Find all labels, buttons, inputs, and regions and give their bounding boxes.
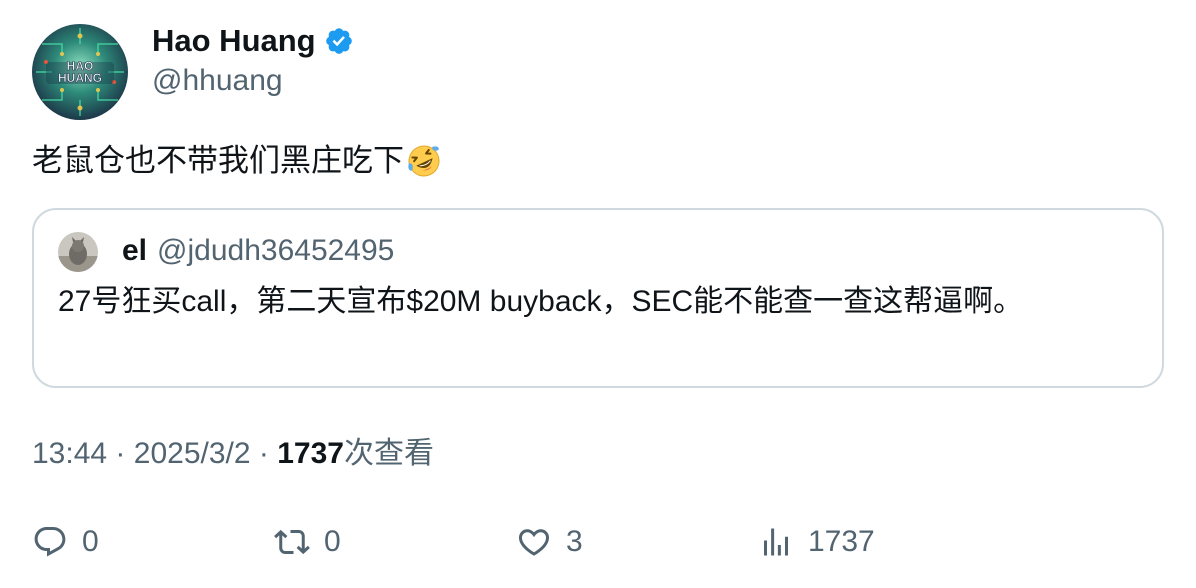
meta-views-count: 1737 (277, 437, 344, 470)
quoted-tweet-text: 27号狂买call，第二天宣布$20M buyback，SEC能不能查一查这帮逼… (58, 285, 1024, 318)
analytics-icon (764, 528, 788, 556)
heart-icon (518, 529, 550, 556)
tweet-text: 老鼠仓也不带我们黑庄吃下 (32, 140, 442, 182)
meta-separator: · (115, 437, 126, 470)
author-name-row[interactable]: Hao Huang (152, 22, 354, 60)
quoted-author-name[interactable]: el (122, 232, 147, 270)
tweet-meta: 13:44 · 2025/3/2 · 1737次查看 (32, 435, 434, 473)
quoted-avatar-image (58, 232, 98, 272)
views-count: 1737 (808, 525, 875, 558)
quoted-author-avatar[interactable] (58, 232, 98, 272)
avatar-text-bottom: HUANG (58, 71, 102, 85)
tweet-time[interactable]: 13:44 (32, 437, 107, 470)
like-count: 3 (566, 525, 583, 558)
meta-separator: · (258, 437, 269, 470)
retweet-button[interactable]: 0 (274, 520, 341, 564)
reply-icon (34, 527, 66, 557)
rolling-on-the-floor-laughing-emoji-icon (406, 143, 442, 179)
views-button[interactable]: 1737 (758, 520, 875, 564)
reply-button[interactable]: 0 (32, 520, 99, 564)
verified-badge-icon (324, 26, 354, 56)
avatar-image: HAO HUANG (32, 24, 128, 120)
quoted-author-handle[interactable]: @jdudh36452495 (157, 232, 394, 270)
retweet-icon (274, 529, 310, 555)
tweet-text-content: 老鼠仓也不带我们黑庄吃下 (32, 143, 404, 178)
tweet-date[interactable]: 2025/3/2 (134, 437, 251, 470)
quoted-tweet-card[interactable]: el @jdudh36452495 27号狂买call，第二天宣布$20M bu… (32, 208, 1164, 388)
tweet: HAO HUANG Hao Huang @hhuang 老鼠仓也不带我们黑庄吃下 (0, 0, 1196, 588)
author-avatar[interactable]: HAO HUANG (32, 24, 128, 120)
retweet-count: 0 (324, 525, 341, 558)
quoted-tweet-header: el @jdudh36452495 (122, 232, 394, 270)
reply-count: 0 (82, 525, 99, 558)
author-handle[interactable]: @hhuang (152, 63, 283, 99)
meta-views-label: 次查看 (343, 437, 434, 470)
like-button[interactable]: 3 (516, 520, 583, 564)
author-name[interactable]: Hao Huang (152, 22, 316, 60)
